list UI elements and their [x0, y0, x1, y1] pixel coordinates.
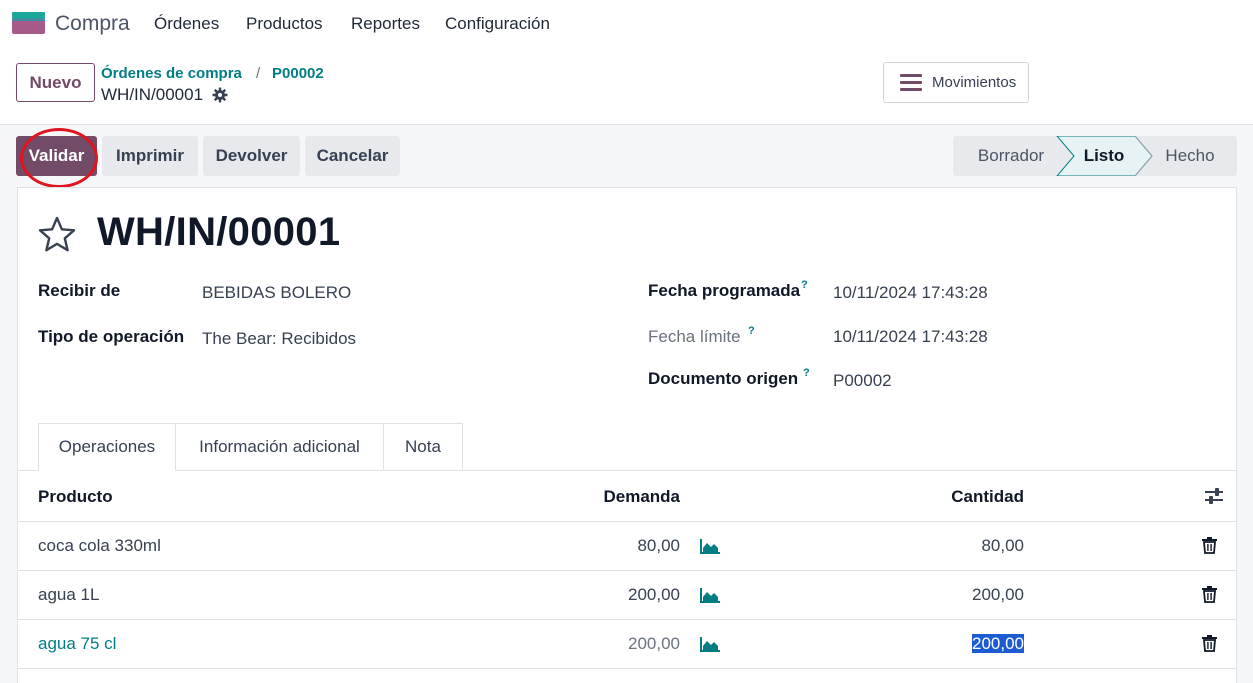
area-chart-icon[interactable]: [700, 588, 720, 603]
tab-additional-info[interactable]: Información adicional: [175, 423, 384, 471]
cell-product[interactable]: agua 1L: [38, 585, 99, 605]
help-tooltip-scheduled-date[interactable]: ?: [801, 279, 808, 291]
cell-product[interactable]: coca cola 330ml: [38, 536, 161, 556]
table-row[interactable]: agua 75 cl 200,00 200,00: [18, 620, 1236, 669]
stage-done[interactable]: Hecho: [1153, 136, 1227, 176]
cell-quantity[interactable]: 200,00: [918, 585, 1024, 605]
field-label-source-document: Documento origen: [648, 369, 799, 388]
top-navbar: Compra Órdenes Productos Reportes Config…: [0, 0, 1253, 48]
menu-reportes[interactable]: Reportes: [351, 14, 420, 34]
cell-quantity[interactable]: 80,00: [918, 536, 1024, 556]
menu-productos[interactable]: Productos: [246, 14, 323, 34]
cell-demand: 80,00: [637, 536, 680, 555]
cell-demand: 200,00: [628, 585, 680, 604]
validate-button[interactable]: Validar: [16, 136, 97, 176]
stage-draft[interactable]: Borrador: [961, 136, 1061, 176]
tab-note[interactable]: Nota: [383, 423, 463, 471]
tab-operations[interactable]: Operaciones: [38, 423, 176, 471]
moves-button[interactable]: Movimientos: [883, 62, 1029, 103]
help-tooltip-deadline[interactable]: ?: [748, 325, 755, 337]
field-label-scheduled-date: Fecha programada: [648, 281, 801, 300]
trash-icon[interactable]: [1202, 635, 1217, 652]
table-header: Producto Demanda Cantidad: [18, 471, 1236, 522]
hamburger-icon: [900, 73, 922, 92]
cancel-button[interactable]: Cancelar: [305, 136, 400, 176]
trash-icon[interactable]: [1202, 537, 1217, 554]
column-header-quantity[interactable]: Cantidad: [918, 487, 1024, 507]
menu-configuracion[interactable]: Configuración: [445, 14, 550, 34]
cell-product[interactable]: agua 75 cl: [38, 634, 116, 654]
field-scheduled-date[interactable]: 10/11/2024 17:43:28: [833, 283, 988, 303]
sliders-icon[interactable]: [1205, 488, 1223, 504]
menu-ordenes[interactable]: Órdenes: [154, 14, 219, 34]
column-header-product[interactable]: Producto: [38, 487, 113, 507]
field-deadline[interactable]: 10/11/2024 17:43:28: [833, 327, 988, 347]
breadcrumb-order[interactable]: P00002: [272, 65, 324, 82]
field-label-operation-type: Tipo de operación: [38, 327, 185, 346]
help-tooltip-source-document[interactable]: ?: [803, 367, 810, 379]
field-label-receive-from: Recibir de: [38, 281, 121, 300]
form-sheet: WH/IN/00001 Recibir de BEBIDAS BOLERO Ti…: [17, 187, 1237, 683]
area-chart-icon[interactable]: [700, 539, 720, 554]
print-button[interactable]: Imprimir: [102, 136, 198, 176]
field-operation-type[interactable]: The Bear: Recibidos: [202, 329, 356, 349]
column-header-demand[interactable]: Demanda: [578, 487, 680, 507]
field-label-deadline: Fecha límite: [648, 327, 741, 346]
moves-button-label: Movimientos: [932, 74, 1017, 91]
trash-icon[interactable]: [1202, 586, 1217, 603]
cell-demand: 200,00: [628, 634, 680, 653]
table-row[interactable]: agua 1L 200,00 200,00: [18, 571, 1236, 620]
status-bar: Borrador Listo Hecho: [953, 136, 1237, 176]
area-chart-icon[interactable]: [700, 637, 720, 652]
app-name[interactable]: Compra: [55, 12, 130, 36]
stage-ready[interactable]: Listo: [1071, 136, 1137, 176]
field-receive-from[interactable]: BEBIDAS BOLERO: [202, 283, 351, 303]
return-button[interactable]: Devolver: [203, 136, 300, 176]
gear-icon[interactable]: [212, 87, 228, 103]
control-panel: Nuevo Órdenes de compra / P00002 WH/IN/0…: [0, 48, 1253, 125]
purchase-app-icon[interactable]: [12, 12, 45, 34]
record-title: WH/IN/00001: [97, 210, 341, 254]
cell-quantity-input[interactable]: 200,00: [918, 634, 1024, 654]
breadcrumb-current: WH/IN/00001: [101, 85, 204, 104]
breadcrumb-separator: /: [256, 65, 261, 82]
new-button[interactable]: Nuevo: [16, 63, 95, 102]
selected-text[interactable]: 200,00: [972, 634, 1024, 653]
breadcrumb-purchase-orders[interactable]: Órdenes de compra: [101, 65, 242, 82]
table-row[interactable]: coca cola 330ml 80,00 80,00: [18, 522, 1236, 571]
star-icon[interactable]: [37, 215, 77, 255]
field-source-document[interactable]: P00002: [833, 371, 892, 391]
